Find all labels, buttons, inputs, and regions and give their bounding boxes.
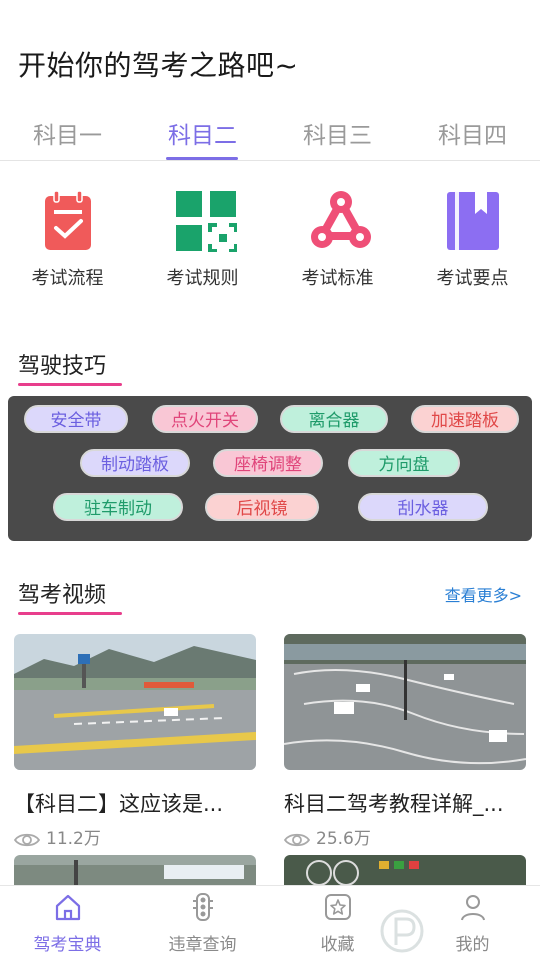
video-thumbnail[interactable] [284, 855, 526, 885]
videos-heading: 驾考视频 [18, 577, 122, 615]
exam-keypoints-icon [445, 190, 501, 252]
category-exam-standard[interactable]: 考试标准 [270, 190, 405, 290]
exam-standard-icon [310, 190, 371, 252]
category-exam-rules[interactable]: 考试规则 [135, 190, 270, 290]
category-label: 考试规则 [166, 268, 239, 289]
video-title: 【科目二】这应该是... [14, 792, 224, 816]
category-label: 考试要点 [436, 268, 509, 289]
tip-chip[interactable]: 座椅调整 [213, 449, 323, 477]
tip-chip[interactable]: 刮水器 [358, 493, 488, 521]
driving-tips-panel: 安全带 点火开关 离合器 加速踏板 制动踏板 座椅调整 方向盘 驻车制动 后视镜… [8, 396, 532, 541]
tab-subject-1[interactable]: 科目一 [0, 116, 135, 150]
exam-categories: 考试流程 考试规则 考试标准 考试要点 [0, 190, 540, 300]
tab-subject-3[interactable]: 科目三 [270, 116, 405, 150]
nav-label: 驾考宝典 [33, 935, 102, 955]
nav-item-violations[interactable]: 违章查询 [135, 892, 270, 955]
home-icon [55, 894, 80, 921]
nav-item-home[interactable]: 驾考宝典 [0, 892, 135, 955]
tip-chip[interactable]: 驻车制动 [53, 493, 183, 521]
tip-chip[interactable]: 离合器 [280, 405, 388, 433]
driving-tips-heading: 驾驶技巧 [18, 348, 122, 386]
video-card[interactable]: 【科目二】这应该是... 11.2万 [13, 634, 256, 849]
view-count: 11.2万 [46, 829, 101, 849]
active-tab-indicator [166, 157, 238, 160]
exam-rules-icon [175, 190, 238, 253]
eye-icon [13, 833, 41, 847]
category-label: 考试流程 [31, 268, 104, 289]
traffic-light-icon [192, 893, 213, 921]
video-card[interactable]: 科目二驾考教程详解_... 25.6万 [283, 634, 526, 849]
section-title-text: 驾驶技巧 [18, 354, 107, 379]
tip-chip[interactable]: 制动踏板 [80, 449, 190, 477]
nav-label: 违章查询 [168, 935, 237, 955]
section-underline [18, 383, 122, 386]
tip-chip[interactable]: 后视镜 [205, 493, 319, 521]
tip-chip[interactable]: 方向盘 [348, 449, 460, 477]
category-exam-keypoints[interactable]: 考试要点 [405, 190, 540, 290]
subject-tabs: 科目一 科目二 科目三 科目四 [0, 110, 540, 161]
category-label: 考试标准 [301, 268, 374, 289]
tip-chip[interactable]: 点火开关 [152, 405, 258, 433]
page-title: 开始你的驾考之路吧~ [18, 49, 299, 82]
tip-chip[interactable]: 加速踏板 [411, 405, 519, 433]
tip-chip[interactable]: 安全带 [24, 405, 128, 433]
section-underline [18, 612, 122, 615]
watermark-logo [380, 909, 424, 953]
category-exam-process[interactable]: 考试流程 [0, 190, 135, 290]
tab-subject-4[interactable]: 科目四 [405, 116, 540, 150]
video-thumbnail[interactable] [284, 634, 526, 770]
video-views: 11.2万 [13, 824, 101, 849]
tab-subject-2[interactable]: 科目二 [135, 116, 270, 150]
section-title-text: 驾考视频 [18, 583, 107, 608]
video-title: 科目二驾考教程详解_... [284, 792, 504, 816]
eye-icon [283, 833, 311, 847]
favorite-star-icon [324, 894, 351, 920]
video-views: 25.6万 [283, 824, 371, 849]
exam-process-icon [40, 190, 96, 252]
video-thumbnail[interactable] [14, 855, 256, 885]
video-thumbnail[interactable] [14, 634, 256, 770]
view-count: 25.6万 [316, 829, 371, 849]
see-more-link[interactable]: 查看更多> [445, 582, 522, 606]
